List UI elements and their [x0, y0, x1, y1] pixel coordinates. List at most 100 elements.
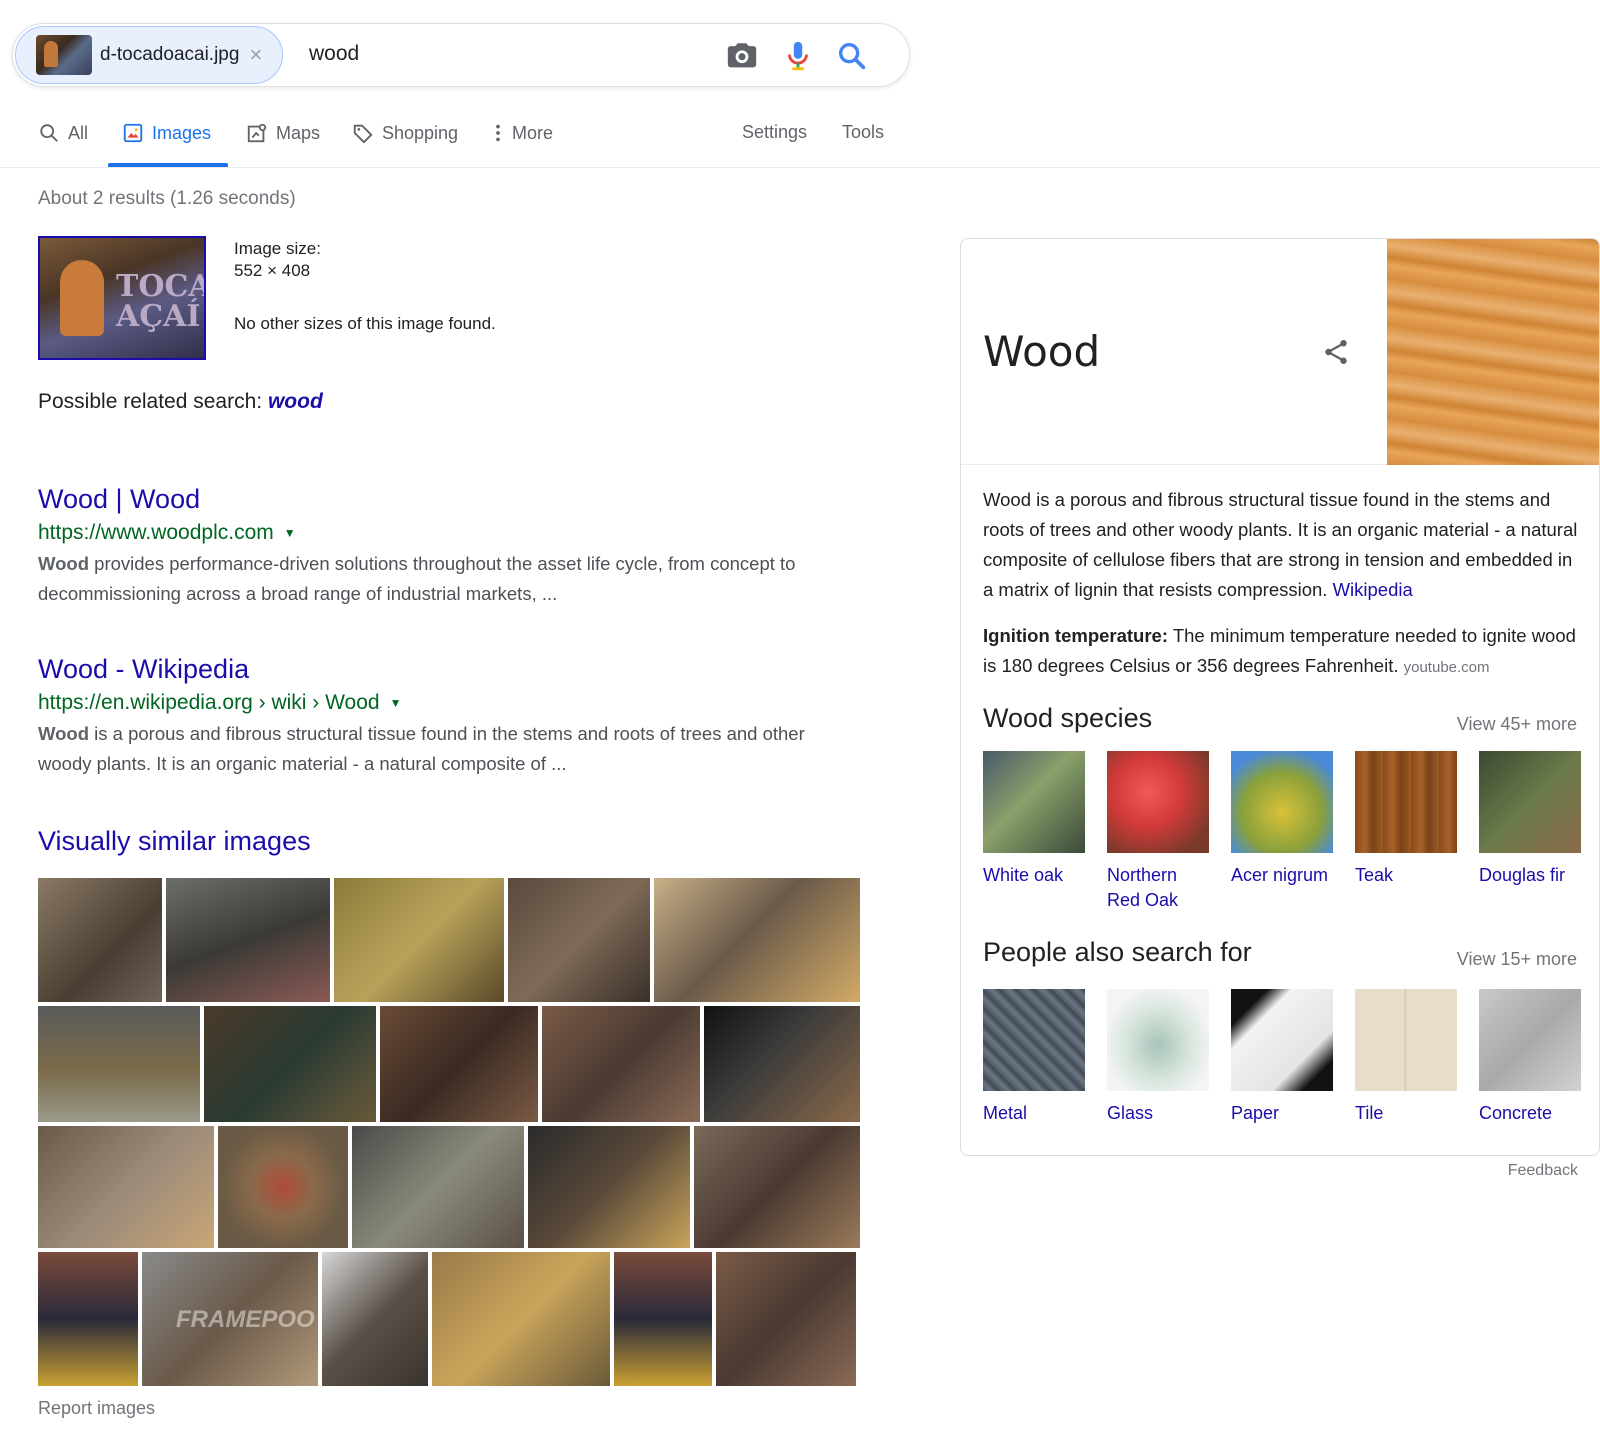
similar-image[interactable]: [614, 1252, 712, 1386]
similar-image[interactable]: [38, 1006, 200, 1122]
tab-more[interactable]: More: [492, 122, 553, 144]
similar-image[interactable]: [322, 1252, 428, 1386]
search-tabs: All Images Maps Shopping More Settings T…: [0, 110, 1600, 168]
microphone-icon[interactable]: [781, 39, 815, 73]
related-entity-image: [983, 989, 1085, 1091]
tab-maps[interactable]: Maps: [246, 122, 320, 144]
species-view-more[interactable]: View 45+ more: [1457, 714, 1577, 735]
related-entity-label: Tile: [1355, 1103, 1384, 1123]
tag-icon: [353, 124, 373, 144]
related-entity-item[interactable]: Tile: [1355, 989, 1457, 1126]
search-icon[interactable]: [835, 39, 869, 73]
species-item[interactable]: Douglas fir: [1479, 751, 1581, 888]
result-title-link[interactable]: Wood | Wood: [38, 484, 858, 515]
species-label: Teak: [1355, 865, 1394, 885]
related-entity-item[interactable]: Metal: [983, 989, 1085, 1126]
species-item[interactable]: White oak: [983, 751, 1085, 888]
ignition-label: Ignition temperature:: [983, 625, 1169, 646]
image-size-value: 552 × 408: [234, 261, 311, 280]
wood-species-title: Wood species: [983, 703, 1153, 733]
result-snippet: Wood provides performance-driven solutio…: [38, 549, 858, 609]
related-search-label: Possible related search:: [38, 390, 263, 413]
knowledge-panel-image[interactable]: [1387, 239, 1599, 465]
no-other-sizes: No other sizes of this image found.: [234, 314, 496, 333]
similar-image[interactable]: FRAMEPOO: [142, 1252, 318, 1386]
similar-image[interactable]: [654, 878, 860, 1002]
thumbnail-figure: [60, 260, 104, 336]
related-entity-image: [1479, 989, 1581, 1091]
tab-settings[interactable]: Settings: [742, 122, 807, 143]
query-image-thumbnail[interactable]: TOCA AÇAÍ: [38, 236, 206, 360]
tab-all-label: All: [68, 122, 89, 143]
result-menu-caret-icon[interactable]: ▼: [284, 526, 296, 540]
related-entity-label: Glass: [1107, 1103, 1154, 1123]
similar-image[interactable]: [704, 1006, 860, 1122]
similar-image[interactable]: [38, 1252, 138, 1386]
snippet-text: is a porous and fibrous structural tissu…: [38, 723, 805, 774]
visually-similar-title[interactable]: Visually similar images: [38, 826, 311, 857]
similar-image[interactable]: [380, 1006, 538, 1122]
similar-image[interactable]: [334, 878, 504, 1002]
image-size-info: Image size: 552 × 408: [234, 238, 321, 282]
similar-image[interactable]: [528, 1126, 690, 1248]
similar-image[interactable]: [38, 1126, 214, 1248]
camera-icon[interactable]: [725, 39, 759, 73]
chip-close-icon[interactable]: ×: [249, 42, 262, 68]
report-images-link[interactable]: Report images: [38, 1398, 155, 1419]
image-query-chip[interactable]: d-tocadoacai.jpg ×: [15, 26, 283, 84]
people-also-view-more[interactable]: View 15+ more: [1457, 949, 1577, 970]
species-item[interactable]: Teak: [1355, 751, 1457, 888]
active-tab-indicator: [108, 163, 228, 167]
similar-image[interactable]: [218, 1126, 348, 1248]
related-entity-label: Metal: [983, 1103, 1028, 1123]
similar-image[interactable]: [166, 878, 330, 1002]
similar-image[interactable]: [508, 878, 650, 1002]
similar-image[interactable]: [38, 878, 162, 1002]
tab-more-label: More: [512, 122, 554, 143]
similar-image[interactable]: [432, 1252, 610, 1386]
chip-thumbnail: [36, 35, 92, 75]
similar-image[interactable]: [716, 1252, 856, 1386]
result-title-link[interactable]: Wood - Wikipedia: [38, 654, 858, 685]
result-url-text[interactable]: https://www.woodplc.com: [38, 521, 274, 545]
tab-tools[interactable]: Tools: [842, 122, 884, 143]
related-search-link[interactable]: wood: [268, 390, 323, 413]
tab-images[interactable]: Images: [122, 122, 211, 144]
map-icon: [247, 123, 267, 143]
ignition-temperature-fact: Ignition temperature: The minimum temper…: [983, 621, 1583, 683]
similar-image[interactable]: [694, 1126, 860, 1248]
related-entity-image: [1231, 989, 1333, 1091]
related-entity-item[interactable]: Paper: [1231, 989, 1333, 1126]
more-vert-icon: [496, 124, 500, 142]
search-result: Wood - Wikipedia https://en.wikipedia.or…: [38, 654, 858, 779]
similar-image[interactable]: [542, 1006, 700, 1122]
results-count: About 2 results (1.26 seconds): [38, 188, 296, 209]
species-image: [983, 751, 1085, 853]
species-item[interactable]: Northern Red Oak: [1107, 751, 1209, 913]
feedback-link[interactable]: Feedback: [1508, 1162, 1578, 1180]
result-url-text[interactable]: https://en.wikipedia.org › wiki › Wood: [38, 691, 380, 715]
search-input[interactable]: [309, 42, 709, 66]
similar-image[interactable]: [352, 1126, 524, 1248]
tab-maps-label: Maps: [276, 122, 321, 143]
description-source-link[interactable]: Wikipedia: [1333, 579, 1413, 600]
ignition-source[interactable]: youtube.com: [1404, 659, 1490, 676]
tab-shopping-label: Shopping: [382, 122, 459, 143]
species-image: [1355, 751, 1457, 853]
snippet-bold: Wood: [38, 723, 90, 744]
result-menu-caret-icon[interactable]: ▼: [390, 696, 402, 710]
related-entity-item[interactable]: Concrete: [1479, 989, 1581, 1126]
share-icon[interactable]: [1321, 337, 1351, 372]
search-bar[interactable]: d-tocadoacai.jpg ×: [12, 23, 910, 87]
species-label: Northern Red Oak: [1107, 865, 1179, 910]
similar-images-grid: FRAMEPOO: [38, 878, 860, 1386]
knowledge-panel-title: Wood: [983, 327, 1101, 376]
species-item[interactable]: Acer nigrum: [1231, 751, 1333, 888]
tab-shopping[interactable]: Shopping: [352, 122, 458, 144]
similar-image[interactable]: [204, 1006, 376, 1122]
related-entity-item[interactable]: Glass: [1107, 989, 1209, 1126]
tab-all[interactable]: All: [38, 122, 88, 144]
description-text: Wood is a porous and fibrous structural …: [983, 489, 1578, 600]
related-entity-image: [1355, 989, 1457, 1091]
related-entity-label: Paper: [1231, 1103, 1280, 1123]
